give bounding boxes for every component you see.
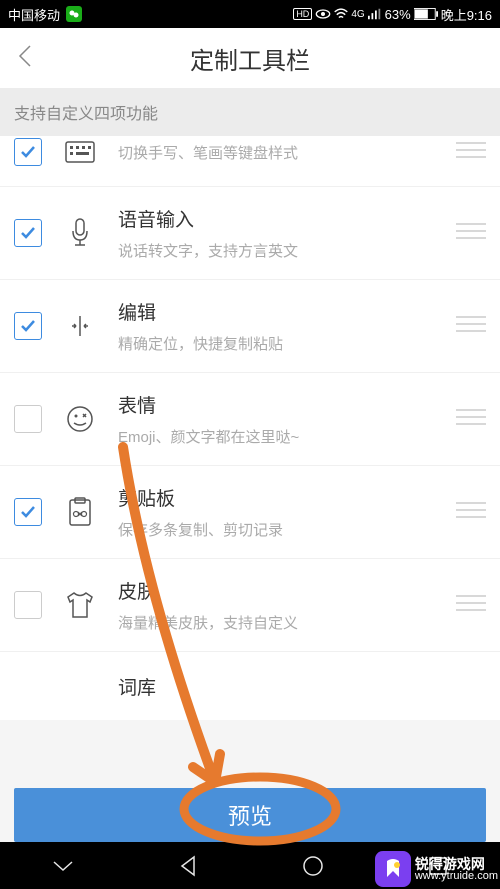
- item-title: 剪贴板: [118, 484, 434, 511]
- nav-back-icon[interactable]: [178, 855, 198, 877]
- item-desc: 切换手写、笔画等键盘样式: [118, 142, 434, 163]
- cursor-icon: [64, 310, 96, 342]
- emoji-icon: [64, 403, 96, 435]
- time-label: 晚上9:16: [441, 5, 492, 24]
- carrier-label: 中国移动: [8, 5, 60, 24]
- item-title: 词库: [118, 673, 486, 700]
- item-desc: Emoji、颜文字都在这里哒~: [118, 426, 434, 447]
- item-title: 皮肤: [118, 577, 434, 604]
- drag-handle-icon[interactable]: [456, 315, 486, 338]
- wechat-notification-icon: [66, 6, 82, 22]
- eye-icon: [315, 8, 331, 20]
- drag-handle-icon[interactable]: [456, 141, 486, 164]
- item-desc: 保存多条复制、剪切记录: [118, 519, 434, 540]
- drag-handle-icon[interactable]: [456, 501, 486, 524]
- nav-dropdown-icon[interactable]: [52, 859, 74, 873]
- status-bar: 中国移动 HD 4G 63% 晚上9:16: [0, 0, 500, 28]
- list-item: 切换手写、笔画等键盘样式: [0, 136, 500, 187]
- signal-icon: [368, 8, 382, 20]
- wifi-icon: [334, 8, 348, 20]
- nav-home-icon[interactable]: [302, 855, 324, 877]
- checkbox[interactable]: [14, 219, 42, 247]
- hd-indicator: HD: [293, 8, 312, 20]
- microphone-icon: [64, 217, 96, 249]
- checkbox[interactable]: [14, 312, 42, 340]
- item-title: 编辑: [118, 298, 434, 325]
- checkbox[interactable]: [14, 405, 42, 433]
- feature-list: 切换手写、笔画等键盘样式 语音输入 说话转文字，支持方言英文 编辑: [0, 136, 500, 720]
- list-item: 编辑 精确定位，快捷复制粘贴: [0, 280, 500, 373]
- watermark-url: www.ytruide.com: [415, 871, 498, 882]
- watermark: 锐得游戏网 www.ytruide.com: [375, 851, 498, 887]
- list-item: 词库: [0, 652, 500, 720]
- app-header: 定制工具栏: [0, 28, 500, 88]
- checkbox[interactable]: [14, 591, 42, 619]
- list-item: 语音输入 说话转文字，支持方言英文: [0, 187, 500, 280]
- item-desc: 说话转文字，支持方言英文: [118, 240, 434, 261]
- item-title: 表情: [118, 391, 434, 418]
- keyboard-icon: [64, 136, 96, 168]
- battery-percent: 63%: [385, 7, 411, 22]
- list-item: 表情 Emoji、颜文字都在这里哒~: [0, 373, 500, 466]
- checkbox[interactable]: [14, 138, 42, 166]
- list-item: 剪贴板 保存多条复制、剪切记录: [0, 466, 500, 559]
- back-button[interactable]: [16, 42, 34, 75]
- drag-handle-icon[interactable]: [456, 222, 486, 245]
- tshirt-icon: [64, 589, 96, 621]
- checkbox[interactable]: [14, 498, 42, 526]
- list-item: 皮肤 海量精美皮肤，支持自定义: [0, 559, 500, 652]
- item-desc: 海量精美皮肤，支持自定义: [118, 612, 434, 633]
- item-desc: 精确定位，快捷复制粘贴: [118, 333, 434, 354]
- battery-icon: [414, 8, 438, 20]
- item-title: 语音输入: [118, 205, 434, 232]
- info-banner: 支持自定义四项功能: [0, 88, 500, 136]
- network-label: 4G: [351, 9, 364, 20]
- drag-handle-icon[interactable]: [456, 594, 486, 617]
- page-title: 定制工具栏: [0, 41, 500, 76]
- watermark-logo-icon: [375, 851, 411, 887]
- clipboard-icon: [64, 496, 96, 528]
- drag-handle-icon[interactable]: [456, 408, 486, 431]
- watermark-title: 锐得游戏网: [415, 857, 498, 871]
- preview-button[interactable]: 预览: [14, 788, 486, 842]
- preview-label: 预览: [228, 799, 272, 831]
